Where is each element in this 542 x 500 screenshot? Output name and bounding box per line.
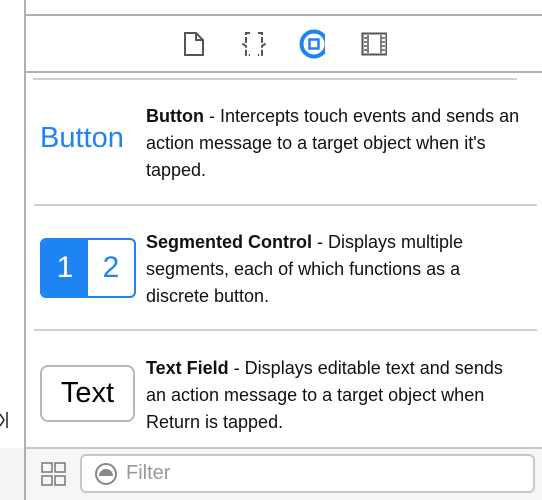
item-title: Text Field — [146, 358, 229, 378]
object-library-tab[interactable] — [299, 29, 325, 59]
button-description: Button - Intercepts touch events and sen… — [146, 103, 526, 184]
text-field-description: Text Field - Displays editable text and … — [146, 355, 526, 436]
tabbar-divider — [26, 71, 542, 73]
grid-view-icon[interactable] — [41, 462, 67, 488]
segment-1: 1 — [42, 240, 88, 296]
button-preview: Button — [40, 122, 124, 154]
top-divider — [26, 14, 542, 16]
left-editor-pane — [0, 0, 24, 448]
left-bottom-bar — [0, 448, 24, 500]
item-separator — [34, 329, 537, 331]
item-separator — [34, 204, 537, 206]
braces-icon — [242, 32, 266, 56]
segmented-control-preview: 1 2 — [40, 238, 136, 298]
document-icon — [184, 32, 204, 56]
filter-input[interactable] — [126, 462, 506, 485]
segmented-control-description: Segmented Control - Displays multiple se… — [146, 229, 526, 310]
film-strip-icon — [361, 32, 387, 56]
quick-help-tab[interactable] — [241, 31, 267, 57]
pane-divider[interactable] — [24, 0, 26, 500]
item-title: Button — [146, 106, 204, 126]
filter-field[interactable] — [80, 454, 535, 493]
text-field-preview: Text — [40, 365, 135, 422]
item-title: Segmented Control — [146, 232, 313, 252]
media-library-tab[interactable] — [361, 31, 387, 57]
segment-2: 2 — [102, 251, 120, 284]
filter-icon[interactable] — [94, 462, 118, 486]
truncated-text-fragment-icon — [0, 412, 8, 428]
object-circle-icon — [299, 29, 325, 59]
file-inspector-tab[interactable] — [181, 31, 207, 57]
